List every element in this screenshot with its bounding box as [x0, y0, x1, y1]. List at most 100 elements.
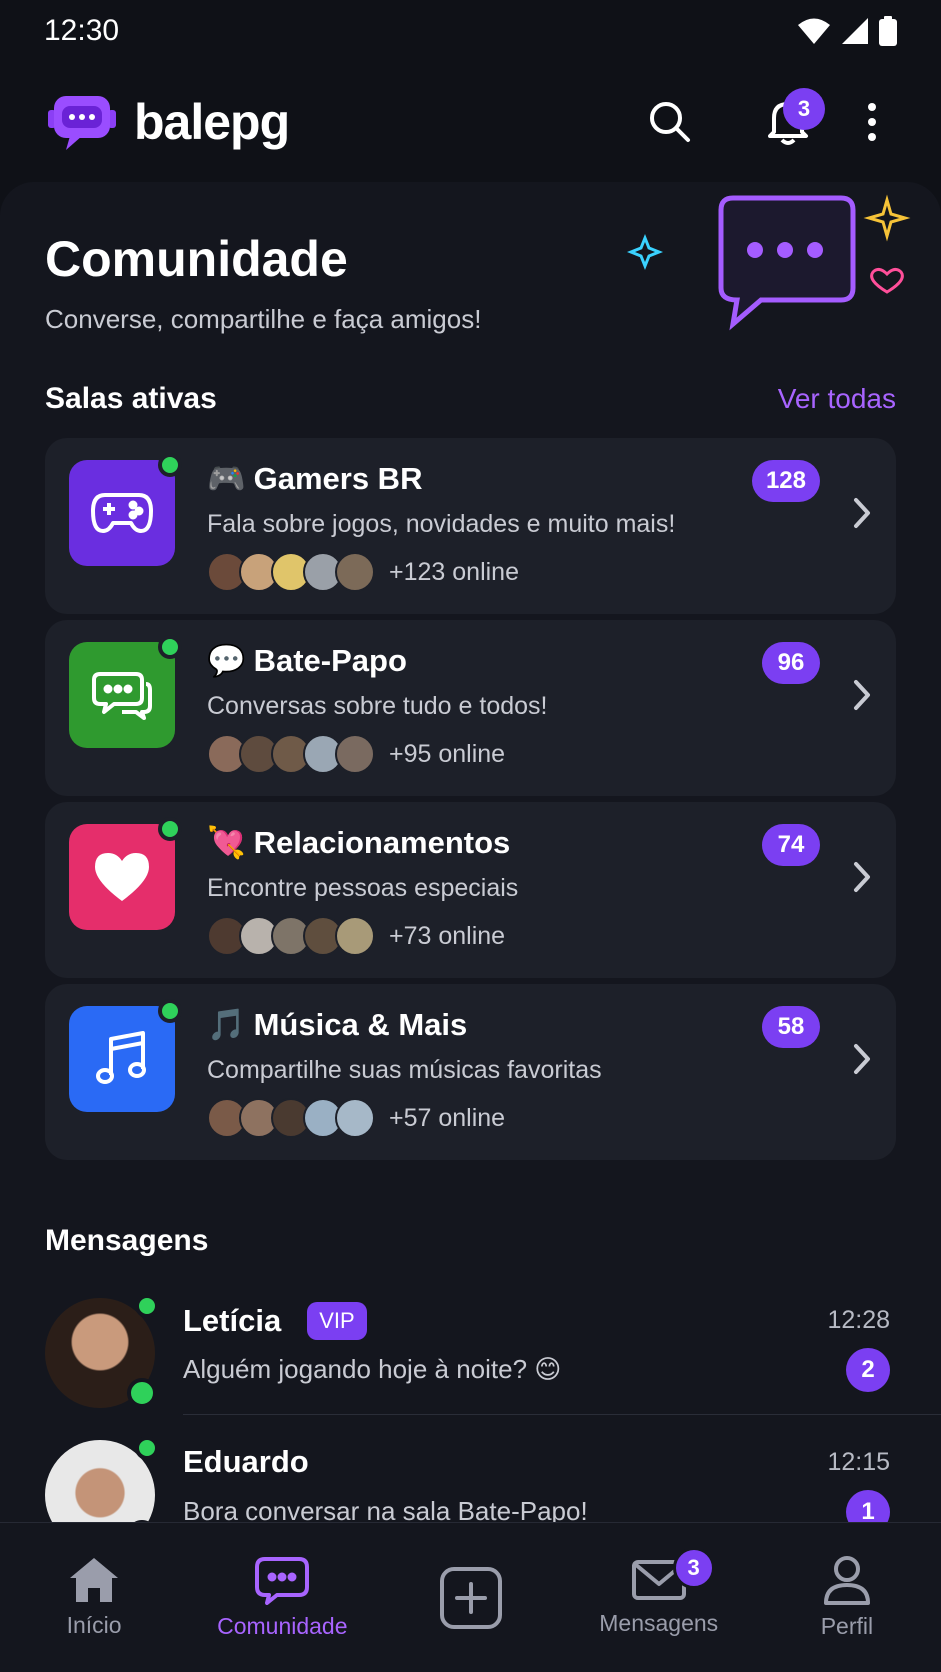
room-member-count-badge: 74: [762, 824, 820, 866]
signal-icon: [842, 18, 868, 44]
more-options-button[interactable]: [847, 82, 897, 162]
room-card-gamers-br[interactable]: 🎮 Gamers BR Fala sobre jogos, novidades e…: [45, 438, 896, 614]
nav-label: Comunidade: [217, 1613, 348, 1639]
unread-badge: 1: [846, 1490, 890, 1522]
room-icon-tile: [69, 453, 182, 566]
status-bar: 12:30: [0, 0, 941, 62]
room-members: +95 online: [207, 734, 505, 774]
room-card-bate-papo[interactable]: 💬 Bate-Papo Conversas sobre tudo e todos!…: [45, 620, 896, 796]
chevron-right-icon: [854, 862, 870, 892]
message-sender: Eduardo: [183, 1444, 309, 1480]
room-online-indicator: [158, 817, 182, 841]
chevron-right-icon: [854, 680, 870, 710]
online-indicator: [135, 1436, 159, 1460]
room-title: 💘 Relacionamentos: [207, 824, 510, 861]
nav-label: Mensagens: [599, 1610, 719, 1636]
member-avatar: [335, 916, 375, 956]
community-chat-icon: [255, 1557, 310, 1605]
room-icon-tile: [69, 817, 182, 930]
message-time: 12:28: [827, 1306, 890, 1334]
community-panel: Comunidade Converse, compartilhe e faça …: [0, 182, 941, 1522]
messages-section-title: Mensagens: [45, 1224, 209, 1257]
rooms-section-header: Salas ativas Ver todas: [45, 382, 896, 416]
room-title: 🎮 Gamers BR: [207, 460, 422, 497]
chevron-right-icon: [854, 1044, 870, 1074]
room-icon-tile: [69, 999, 182, 1112]
nav-label: Perfil: [820, 1613, 874, 1639]
member-avatar: [335, 734, 375, 774]
room-title: 🎵 Música & Mais: [207, 1006, 467, 1043]
music-emoji-icon: 🎵: [207, 1007, 246, 1042]
heart-icon: [95, 853, 149, 901]
nav-item-create[interactable]: [376, 1523, 564, 1672]
speech-bubble-emoji-icon: 💬: [207, 643, 246, 678]
online-indicator: [127, 1378, 157, 1408]
room-card-relacionamentos[interactable]: 💘 Relacionamentos Encontre pessoas especi…: [45, 802, 896, 978]
message-preview: Alguém jogando hoje à noite? 😊: [183, 1354, 562, 1384]
battery-icon: [879, 16, 897, 46]
room-online-indicator: [158, 453, 182, 477]
room-member-count-badge: 128: [751, 460, 820, 502]
message-preview: Bora conversar na sala Bate-Papo!: [183, 1496, 588, 1522]
nav-item-perfil[interactable]: Perfil: [753, 1523, 941, 1672]
unread-badge: 2: [846, 1348, 890, 1392]
search-button[interactable]: [611, 82, 729, 162]
nav-item-comunidade[interactable]: Comunidade: [188, 1523, 376, 1672]
room-online-indicator: [158, 999, 182, 1023]
room-online-count: +95 online: [389, 739, 506, 768]
status-time: 12:30: [44, 14, 120, 47]
messages-section-header: Mensagens: [45, 1224, 896, 1258]
room-member-count-badge: 58: [762, 1006, 820, 1048]
nav-label: Início: [66, 1612, 122, 1638]
neon-chat-illustration-icon: [626, 194, 911, 331]
wifi-icon: [798, 18, 830, 44]
app-header: balepg 3: [0, 72, 941, 172]
status-icons: [797, 16, 897, 46]
gamepad-icon: [91, 493, 153, 533]
chat-bubbles-icon: [92, 672, 152, 720]
page-title: Comunidade: [45, 231, 348, 287]
nav-item-mensagens[interactable]: 3 Mensagens: [565, 1523, 753, 1672]
nav-item-inicio[interactable]: Início: [0, 1523, 188, 1672]
sender-name: Eduardo: [183, 1444, 309, 1479]
hero-section: Comunidade Converse, compartilhe e faça …: [0, 182, 941, 382]
member-avatar: [335, 1098, 375, 1138]
messages-nav-badge: 3: [672, 1547, 715, 1589]
search-icon: [650, 102, 690, 142]
room-description: Encontre pessoas especiais: [207, 874, 519, 902]
message-divider: [183, 1414, 941, 1415]
message-time: 12:15: [827, 1448, 890, 1476]
room-description: Compartilhe suas músicas favoritas: [207, 1056, 602, 1084]
home-icon: [70, 1558, 119, 1602]
message-sender: Letícia VIP: [183, 1302, 367, 1340]
page-subtitle: Converse, compartilhe e faça amigos!: [45, 304, 482, 334]
room-online-indicator: [158, 635, 182, 659]
music-note-icon: [96, 1031, 146, 1084]
room-members: +57 online: [207, 1098, 505, 1138]
member-avatar: [335, 552, 375, 592]
message-item-leticia[interactable]: Letícia VIP Alguém jogando hoje à noite? …: [45, 1290, 941, 1426]
rooms-section-title: Salas ativas: [45, 382, 217, 415]
more-vertical-icon: [868, 103, 876, 141]
gamepad-emoji-icon: 🎮: [207, 461, 246, 496]
header-actions: 3: [611, 82, 897, 162]
vip-badge: VIP: [307, 1302, 367, 1340]
room-members: +73 online: [207, 916, 505, 956]
room-title: 💬 Bate-Papo: [207, 642, 407, 679]
room-online-count: +57 online: [389, 1103, 506, 1132]
room-member-count-badge: 96: [762, 642, 820, 684]
room-name: Gamers BR: [253, 460, 423, 496]
room-online-count: +123 online: [389, 557, 519, 586]
room-name: Música & Mais: [253, 1006, 468, 1042]
app-logo[interactable]: balepg: [44, 92, 290, 152]
profile-icon: [823, 1556, 870, 1605]
room-members: +123 online: [207, 552, 519, 592]
online-indicator: [135, 1294, 159, 1318]
app-name: balepg: [134, 94, 290, 150]
see-all-link[interactable]: Ver todas: [778, 383, 896, 415]
notifications-badge: 3: [783, 88, 825, 130]
heart-arrow-emoji-icon: 💘: [207, 825, 246, 860]
message-item-eduardo[interactable]: Eduardo Bora conversar na sala Bate-Papo…: [45, 1432, 941, 1522]
room-card-musica-mais[interactable]: 🎵 Música & Mais Compartilhe suas músicas …: [45, 984, 896, 1160]
notifications-button[interactable]: 3: [729, 82, 847, 162]
